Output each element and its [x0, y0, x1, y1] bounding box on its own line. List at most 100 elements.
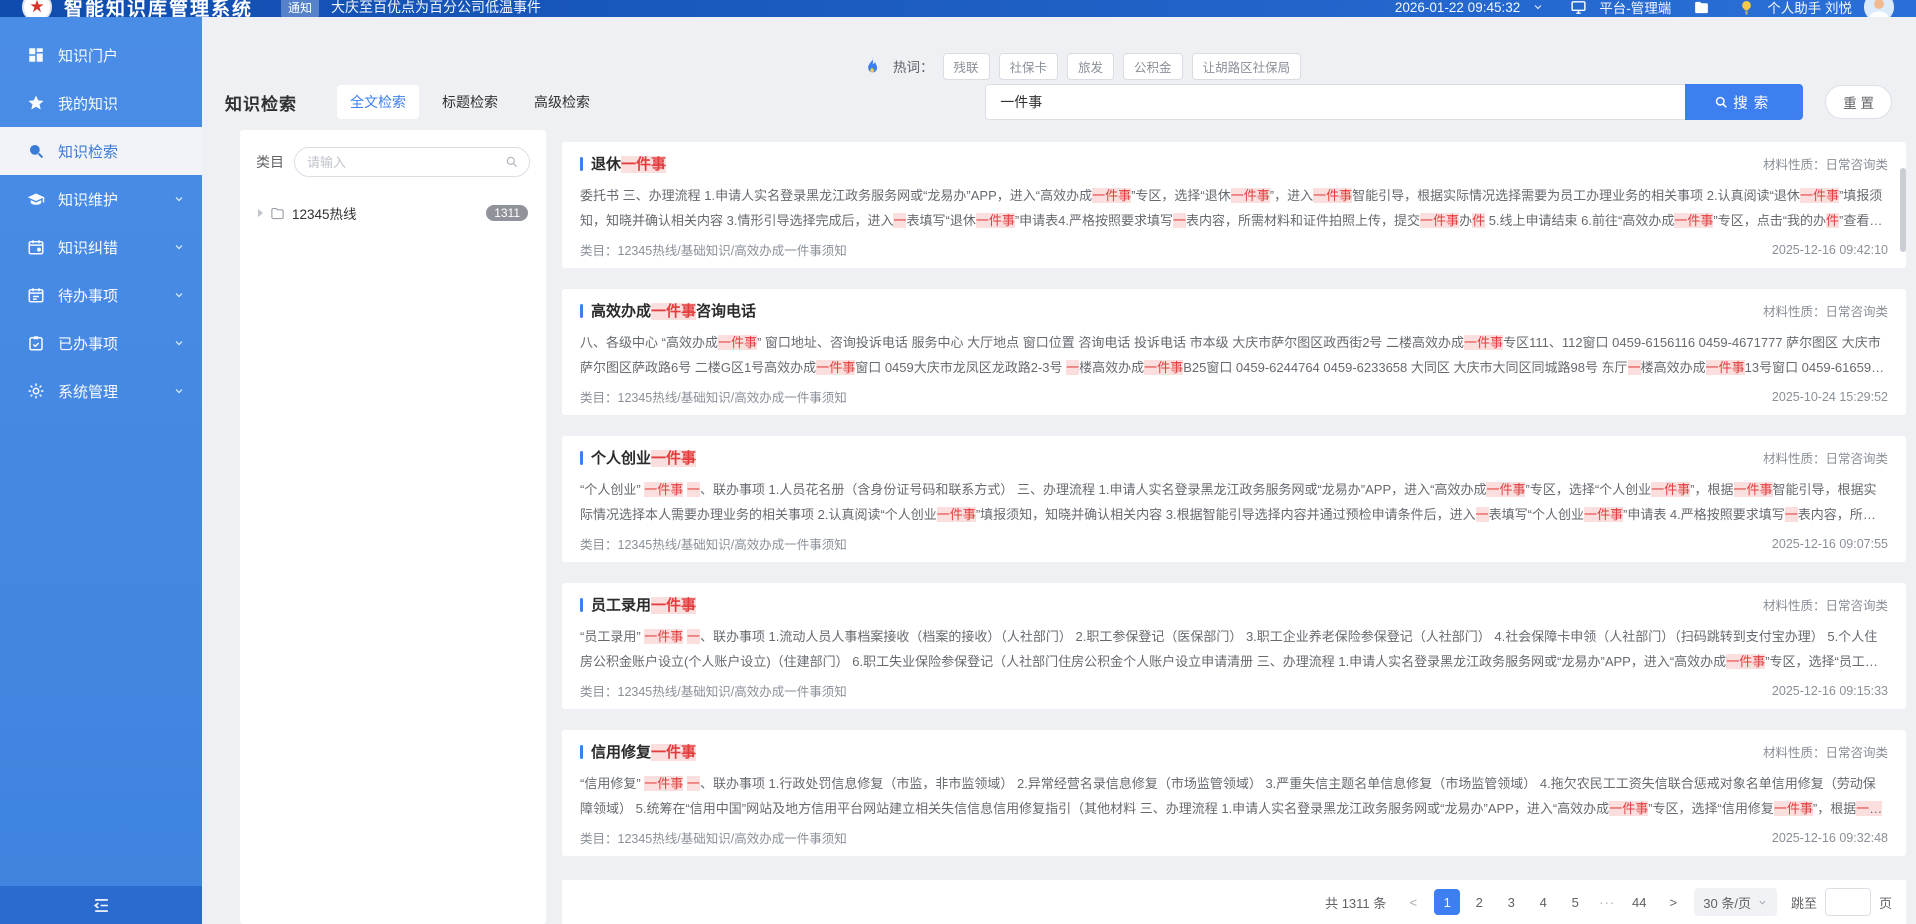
correct-icon [27, 238, 45, 256]
search-button[interactable]: 搜索 [1685, 84, 1804, 120]
material-type: 材料性质：日常咨询类 [1762, 452, 1888, 466]
category-label: 类目 [256, 154, 284, 170]
result-title[interactable]: 员工录用一件事 [591, 594, 697, 615]
results-panel: 退休一件事 材料性质：日常咨询类 委托书 三、办理流程 1.申请人实名登录黑龙江政务… [562, 130, 1906, 924]
result-title[interactable]: 退休一件事 [591, 153, 667, 174]
app-logo-icon: ★ [22, 0, 52, 17]
top-header: ★ 智能知识库管理系统 通知 大庆至百优点为百分公司低温事件 2026-01-2… [0, 0, 1916, 17]
material-type: 材料性质：日常咨询类 [1762, 158, 1888, 172]
sidebar-item-label: 系统管理 [58, 383, 119, 401]
card-accent-bar [580, 597, 583, 612]
material-type: 材料性质：日常咨询类 [1762, 599, 1888, 613]
results-scrollbar[interactable] [1900, 168, 1906, 252]
page-number-4[interactable]: 4 [1530, 889, 1556, 915]
category-panel: 类目 12345热线 1311 [240, 130, 546, 924]
jump-suffix: 页 [1878, 895, 1892, 911]
result-title[interactable]: 信用修复一件事 [591, 741, 697, 762]
hotword-tag[interactable]: 残联 [942, 52, 990, 80]
reset-button[interactable]: 重 置 [1825, 85, 1892, 119]
done-icon [27, 334, 45, 352]
tab-标题检索[interactable]: 标题检索 [429, 85, 511, 119]
tab-高级检索[interactable]: 高级检索 [521, 85, 603, 119]
sidebar-item-我的知识[interactable]: 我的知识 [0, 79, 202, 127]
search-input[interactable] [985, 84, 1686, 120]
next-page-button[interactable]: > [1660, 895, 1686, 910]
hotword-tag[interactable]: 公积金 [1123, 52, 1183, 80]
folder-icon [270, 206, 285, 221]
page-number-2[interactable]: 2 [1466, 889, 1492, 915]
star-icon [27, 94, 45, 112]
todo-icon [27, 286, 45, 304]
maintain-icon [27, 190, 45, 209]
result-card[interactable]: 个人创业一件事 材料性质：日常咨询类 “个人创业” 一件事 一、联办事项 1.人员花… [562, 436, 1906, 562]
result-timestamp: 2025-12-16 09:15:33 [1771, 683, 1888, 698]
result-category: 类目：12345热线/基础知识/高效办成一件事须知 [580, 832, 847, 846]
card-accent-bar [580, 156, 583, 171]
prev-page-button[interactable]: < [1400, 895, 1426, 910]
result-timestamp: 2025-12-16 09:32:48 [1771, 830, 1888, 845]
notice-text: 大庆至百优点为百分公司低温事件 [331, 0, 542, 15]
sidebar-item-待办事项[interactable]: 待办事项 [0, 271, 202, 319]
sidebar-item-label: 知识门户 [58, 47, 119, 65]
monitor-icon[interactable] [1570, 0, 1587, 16]
result-card[interactable]: 退休一件事 材料性质：日常咨询类 委托书 三、办理流程 1.申请人实名登录黑龙江政务… [562, 142, 1906, 268]
chevron-down-icon[interactable] [1532, 1, 1544, 13]
result-snippet: 八、各级中心 “高效办成一件事” 窗口地址、咨询投诉电话 服务中心 大厅地点 窗… [580, 335, 1886, 375]
chevron-down-icon [170, 385, 188, 397]
result-timestamp: 2025-10-24 15:29:52 [1771, 389, 1888, 404]
result-snippet: “信用修复” 一件事 一、联办事项 1.行政处罚信息修复（市监，非市监领域） 2… [580, 771, 1888, 821]
tree-node-12345热线[interactable]: 12345热线 1311 [256, 197, 530, 229]
pagination-bar: 共 1311 条 < 1 2 3 4 5 ··· 44 > 30 条/页 跳至 页 [562, 880, 1906, 924]
page-number-1[interactable]: 1 [1434, 889, 1461, 915]
sidebar: 知识门户我的知识知识检索知识维护 知识纠错待办事项已办事项系统管理 [0, 17, 202, 924]
app-title: 智能知识库管理系统 [64, 0, 254, 17]
sidebar-item-知识门户[interactable]: 知识门户 [0, 31, 202, 79]
user-label[interactable]: 个人助手 刘悦 [1767, 0, 1852, 17]
lightbulb-icon[interactable] [1738, 0, 1755, 16]
page-number-5[interactable]: 5 [1562, 889, 1588, 915]
result-title[interactable]: 高效办成一件事咨询电话 [591, 300, 756, 321]
sidebar-item-label: 已办事项 [58, 335, 119, 353]
result-category: 类目：12345热线/基础知识/高效办成一件事须知 [580, 685, 847, 699]
notice-badge: 通知 [281, 0, 320, 17]
result-title[interactable]: 个人创业一件事 [591, 447, 697, 468]
sidebar-item-已办事项[interactable]: 已办事项 [0, 319, 202, 367]
chevron-down-icon [1757, 897, 1768, 908]
sidebar-item-label: 知识检索 [58, 143, 119, 161]
page-title: 知识检索 [225, 94, 297, 114]
tree-node-label: 12345热线 [292, 207, 357, 222]
material-type: 材料性质：日常咨询类 [1762, 305, 1888, 319]
chevron-down-icon [170, 289, 188, 301]
jump-page-input[interactable] [1824, 888, 1871, 916]
category-filter-input[interactable] [307, 154, 505, 170]
result-card[interactable]: 高效办成一件事咨询电话 材料性质：日常咨询类八、各级中心 “高效办成一件事” 窗口… [562, 289, 1906, 415]
result-snippet: “员工录用” 一件事 一、联办事项 1.流动人员人事档案接收（档案的接收）（人社… [580, 624, 1888, 674]
sidebar-collapse-button[interactable] [0, 886, 202, 924]
sidebar-item-label: 待办事项 [58, 287, 119, 305]
result-card[interactable]: 信用修复一件事 材料性质：日常咨询类 “信用修复” 一件事 一、联办事项 1.行政处… [562, 730, 1906, 856]
search-icon[interactable] [505, 155, 519, 169]
page-number-44[interactable]: 44 [1626, 889, 1652, 915]
folder-icon[interactable] [1693, 0, 1710, 16]
hotword-tag[interactable]: 社保卡 [998, 52, 1059, 80]
main-content: 热词： 残联 社保卡 旅发 公积金 让胡路区社保局 知识检索 全文检索 标题检索 高级检索 … [202, 17, 1916, 924]
page-size-select[interactable]: 30 条/页 [1694, 888, 1777, 916]
sidebar-item-系统管理[interactable]: 系统管理 [0, 367, 202, 415]
search-row: 知识检索 全文检索标题检索高级检索 搜索 重 置 [225, 83, 1892, 121]
hotword-tag[interactable]: 旅发 [1067, 52, 1115, 80]
avatar[interactable] [1864, 0, 1894, 17]
jump-label: 跳至 [1790, 895, 1817, 911]
sidebar-item-知识纠错[interactable]: 知识纠错 [0, 223, 202, 271]
tab-全文检索[interactable]: 全文检索 [337, 85, 419, 119]
hotword-tag[interactable]: 让胡路区社保局 [1191, 52, 1302, 80]
flame-icon [864, 57, 880, 75]
result-snippet: “个人创业” 一件事 一、联办事项 1.人员花名册（含身份证号码和联系方式） 三… [580, 482, 1877, 522]
hotwords-label: 热词： [893, 60, 934, 75]
platform-label[interactable]: 平台-管理端 [1599, 0, 1671, 17]
sidebar-item-知识维护[interactable]: 知识维护 [0, 175, 202, 223]
caret-right-icon[interactable] [258, 209, 263, 217]
sidebar-item-知识检索[interactable]: 知识检索 [0, 127, 202, 175]
portal-icon [27, 46, 45, 64]
page-number-3[interactable]: 3 [1498, 889, 1524, 915]
result-card[interactable]: 员工录用一件事 材料性质：日常咨询类 “员工录用” 一件事 一、联办事项 1.流动人… [562, 583, 1906, 709]
